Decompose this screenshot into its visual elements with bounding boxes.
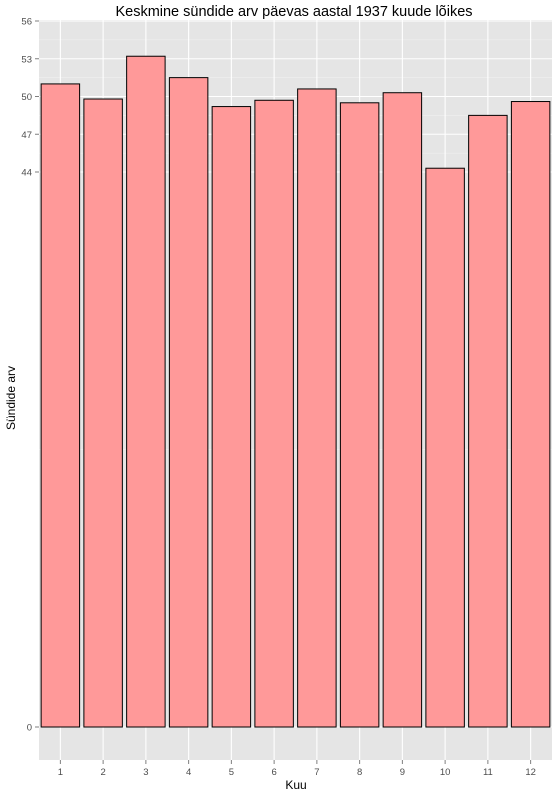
bar-month-6 (254, 99, 294, 728)
x-tick-label: 3 (143, 767, 148, 778)
x-tick-label: 6 (271, 767, 276, 778)
y-axis-title: Sündide arv (4, 366, 18, 430)
x-tick-label: 7 (314, 767, 319, 778)
x-tick-label: 5 (229, 767, 234, 778)
y-tick-label: 44 (21, 168, 32, 179)
bar-month-12 (510, 101, 551, 728)
bar-month-2 (83, 98, 123, 728)
y-tick-label: 53 (21, 54, 32, 65)
x-tick-label: 4 (186, 767, 191, 778)
y-tick-label: 0 (27, 723, 32, 734)
x-tick-label: 1 (58, 767, 63, 778)
x-tick-label: 11 (483, 767, 493, 778)
y-tick-label: 56 (21, 17, 32, 28)
x-axis-title: Kuu (285, 778, 306, 792)
chart-title: Keskmine sündide arv päevas aastal 1937 … (115, 4, 472, 20)
plot-panel: 044475053561 2 3 4 5 6 7 8 9 10 11 12 (21, 17, 552, 778)
x-tick-label: 9 (400, 767, 405, 778)
bar-month-9 (382, 92, 423, 728)
x-tick-label: 8 (357, 767, 362, 778)
bar-month-3 (126, 55, 166, 728)
bar-month-1 (40, 83, 81, 728)
bar-month-7 (297, 88, 337, 728)
bar-month-8 (339, 102, 380, 728)
bar-month-10 (425, 167, 465, 728)
bar-month-11 (468, 114, 508, 728)
y-tick-label: 47 (21, 130, 32, 141)
x-tick-label: 12 (525, 767, 536, 778)
chart: Keskmine sündide arv päevas aastal 1937 … (0, 0, 554, 794)
bar-month-5 (211, 106, 252, 728)
y-tick-label: 50 (21, 92, 32, 103)
bar-month-4 (168, 77, 209, 728)
x-tick-label: 2 (100, 767, 105, 778)
x-tick-label: 10 (440, 767, 451, 778)
